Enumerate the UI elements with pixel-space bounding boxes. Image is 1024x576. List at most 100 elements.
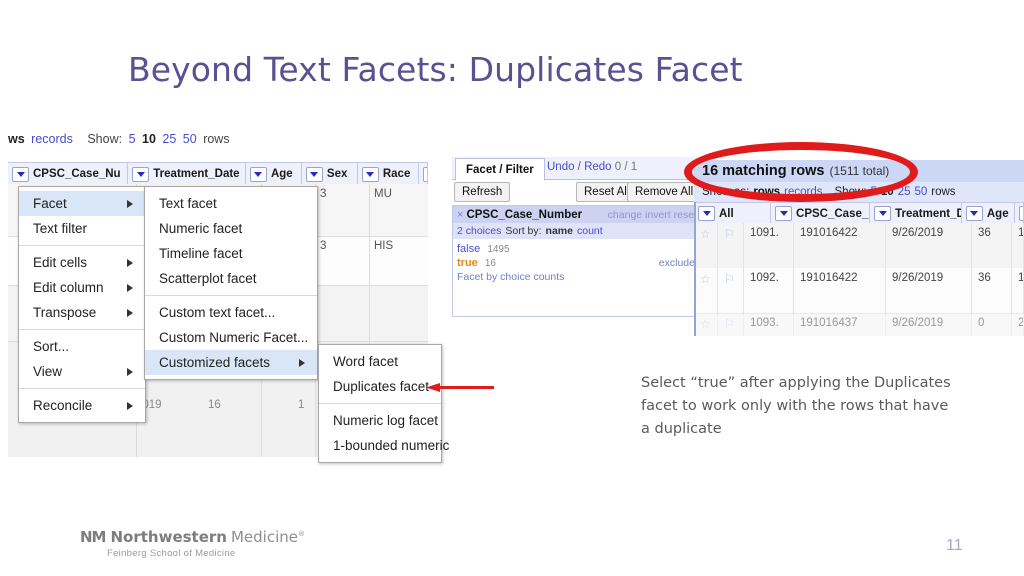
row-index: 1093. <box>744 313 794 336</box>
column-header-extra[interactable] <box>419 163 429 185</box>
records-toggle[interactable]: records <box>31 132 73 146</box>
facet-filter-panel: Facet / Filter Undo / Redo 0 / 1 Refresh… <box>452 157 702 317</box>
column-header-cpsc-case-number[interactable]: CPSC_Case_Nu <box>8 163 129 185</box>
cell-extra: 1 <box>1012 223 1024 268</box>
column-context-menu[interactable]: Facet Text filter Edit cells Edit column… <box>18 186 146 423</box>
flag-icon[interactable]: ⚐ <box>724 227 735 241</box>
facet-toolbar: Refresh Reset All Remove All <box>452 180 702 203</box>
menu-item-view[interactable]: View <box>19 359 145 384</box>
chevron-down-icon[interactable] <box>1018 206 1023 221</box>
column-header-all[interactable]: All <box>694 203 772 224</box>
menu-item-duplicates-facet[interactable]: Duplicates facet <box>319 374 441 399</box>
refresh-button[interactable]: Refresh <box>454 182 511 202</box>
menu-item-label: Sort... <box>33 339 70 354</box>
chevron-down-icon[interactable] <box>775 206 793 221</box>
menu-separator <box>19 329 145 330</box>
menu-item-custom-numeric-facet[interactable]: Custom Numeric Facet... <box>145 325 317 350</box>
cell-case-number: 191016422 <box>794 268 886 313</box>
star-icon[interactable]: ☆ <box>700 227 711 241</box>
facet-submenu[interactable]: Text facet Numeric facet Timeline facet … <box>144 186 318 380</box>
logo-mark-icon: NM <box>80 528 107 546</box>
choice-exclude-link[interactable]: exclude <box>659 256 695 270</box>
menu-item-label: Customized facets <box>159 355 271 370</box>
tab-undo-redo[interactable]: Undo / Redo 0 / 1 <box>547 161 637 173</box>
flag-icon[interactable]: ⚐ <box>724 317 735 331</box>
rows-toggle[interactable]: ws <box>8 132 25 146</box>
show-5[interactable]: 5 <box>129 132 136 146</box>
facet-card: × CPSC_Case_Number change invert reset 2… <box>452 205 702 317</box>
menu-item-numeric-facet[interactable]: Numeric facet <box>145 216 317 241</box>
panel-tab-bar: Facet / Filter Undo / Redo 0 / 1 <box>452 157 702 181</box>
menu-item-label: 1-bounded numeric <box>333 438 450 453</box>
cell-age: 3 <box>320 188 327 200</box>
facet-invert-link[interactable]: invert <box>645 209 671 221</box>
flag-icon[interactable]: ⚐ <box>724 272 735 286</box>
cell-age: 36 <box>972 223 1012 268</box>
submenu-arrow-icon <box>127 308 133 317</box>
facet-choice-false[interactable]: false 1495 <box>457 242 697 256</box>
menu-item-label: Transpose <box>33 305 97 320</box>
sort-by-count[interactable]: count <box>577 225 603 237</box>
submenu-arrow-icon <box>299 358 305 367</box>
menu-item-numeric-log-facet[interactable]: Numeric log facet <box>319 408 441 433</box>
chevron-down-icon[interactable] <box>132 166 150 182</box>
star-icon[interactable]: ☆ <box>700 317 711 331</box>
column-header-treatment-date[interactable]: Treatment_Date <box>870 203 962 224</box>
menu-item-timeline-facet[interactable]: Timeline facet <box>145 241 317 266</box>
close-icon[interactable]: × <box>457 209 463 221</box>
column-header-age[interactable]: Age <box>962 203 1015 224</box>
cell-extra: 1 <box>1012 268 1024 313</box>
menu-item-reconcile[interactable]: Reconcile <box>19 393 145 418</box>
column-header-age[interactable]: Age <box>246 163 302 185</box>
chevron-down-icon[interactable] <box>874 206 892 221</box>
star-icon[interactable]: ☆ <box>700 272 711 286</box>
menu-item-1-bounded-numeric[interactable]: 1-bounded numeric <box>319 433 449 458</box>
chevron-down-icon[interactable] <box>423 166 428 182</box>
tab-facet-filter[interactable]: Facet / Filter <box>455 158 545 181</box>
facet-change-link[interactable]: change <box>608 209 642 221</box>
chevron-down-icon[interactable] <box>249 166 267 182</box>
column-header-race[interactable]: Race <box>358 163 420 185</box>
sort-by-name[interactable]: name <box>546 225 573 237</box>
facet-choice-true[interactable]: true 16 exclude <box>457 256 697 270</box>
remove-all-button[interactable]: Remove All <box>627 182 702 202</box>
menu-item-customized-facets[interactable]: Customized facets <box>145 350 317 375</box>
column-header-treatment-date[interactable]: Treatment_Date <box>128 163 246 185</box>
table-row[interactable]: ☆ ⚐ 1092. 191016422 9/26/2019 36 1 <box>694 268 1024 314</box>
submenu-arrow-icon <box>127 367 133 376</box>
show-50[interactable]: 50 <box>183 132 197 146</box>
cell-race: MU <box>374 188 392 200</box>
cell-sex-partial: 1 <box>298 399 305 411</box>
cell-race: HIS <box>374 240 394 252</box>
menu-item-sort[interactable]: Sort... <box>19 334 145 359</box>
menu-item-facet[interactable]: Facet <box>19 191 145 216</box>
chevron-down-icon[interactable] <box>698 206 715 221</box>
show-10[interactable]: 10 <box>142 132 156 146</box>
show-25[interactable]: 25 <box>162 132 176 146</box>
column-header-sex[interactable]: Sex <box>302 163 358 185</box>
submenu-arrow-icon <box>127 401 133 410</box>
menu-item-word-facet[interactable]: Word facet <box>319 349 441 374</box>
menu-item-scatterplot-facet[interactable]: Scatterplot facet <box>145 266 317 291</box>
menu-item-text-facet[interactable]: Text facet <box>145 191 317 216</box>
menu-item-text-filter[interactable]: Text filter <box>19 216 145 241</box>
table-row[interactable]: ☆ ⚐ 1093. 191016437 9/26/2019 0 2 <box>694 313 1024 336</box>
menu-item-edit-cells[interactable]: Edit cells <box>19 250 145 275</box>
chevron-down-icon[interactable] <box>361 166 379 182</box>
menu-item-label: Scatterplot facet <box>159 271 257 286</box>
chevron-down-icon[interactable] <box>305 166 323 182</box>
facet-card-header: × CPSC_Case_Number change invert reset <box>453 206 701 223</box>
facet-by-choice-counts-link[interactable]: Facet by choice counts <box>457 271 697 283</box>
column-header-extra[interactable] <box>1015 203 1024 224</box>
menu-item-custom-text-facet[interactable]: Custom text facet... <box>145 300 317 325</box>
customized-facets-submenu[interactable]: Word facet Duplicates facet Numeric log … <box>318 344 449 463</box>
menu-item-edit-column[interactable]: Edit column <box>19 275 145 300</box>
show-50[interactable]: 50 <box>914 186 927 198</box>
logo-registered-icon: ® <box>297 530 305 538</box>
column-header-cpsc-case-number[interactable]: CPSC_Case_Number <box>771 203 871 224</box>
column-label: Race <box>382 168 411 180</box>
menu-item-transpose[interactable]: Transpose <box>19 300 145 325</box>
table-row[interactable]: ☆ ⚐ 1091. 191016422 9/26/2019 36 1 <box>694 223 1024 269</box>
chevron-down-icon[interactable] <box>965 206 983 221</box>
chevron-down-icon[interactable] <box>12 166 29 182</box>
